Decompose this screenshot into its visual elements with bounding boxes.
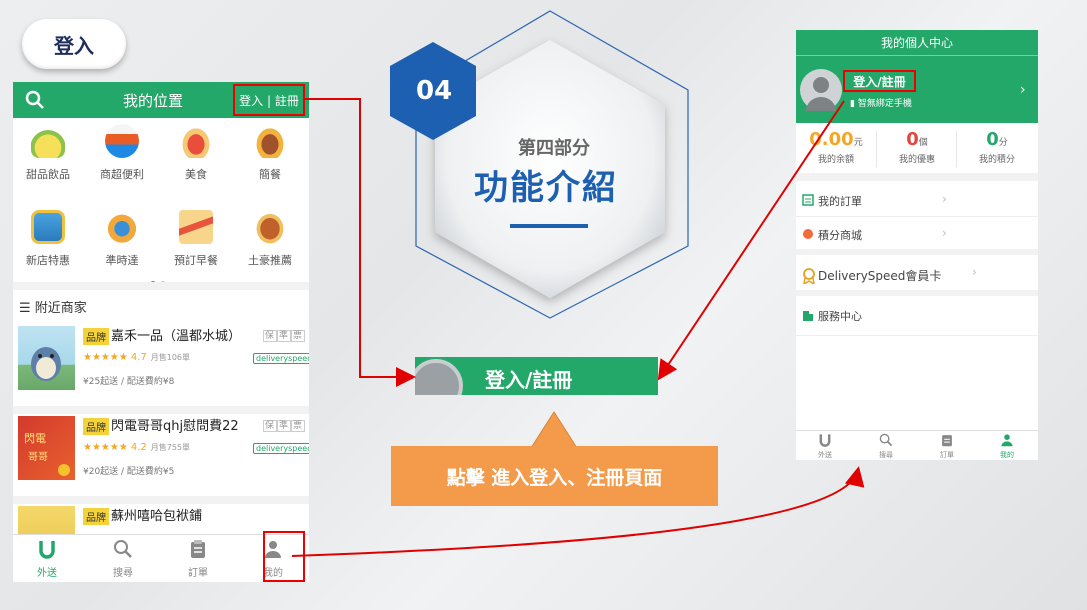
- connector-arrows: [291, 98, 865, 557]
